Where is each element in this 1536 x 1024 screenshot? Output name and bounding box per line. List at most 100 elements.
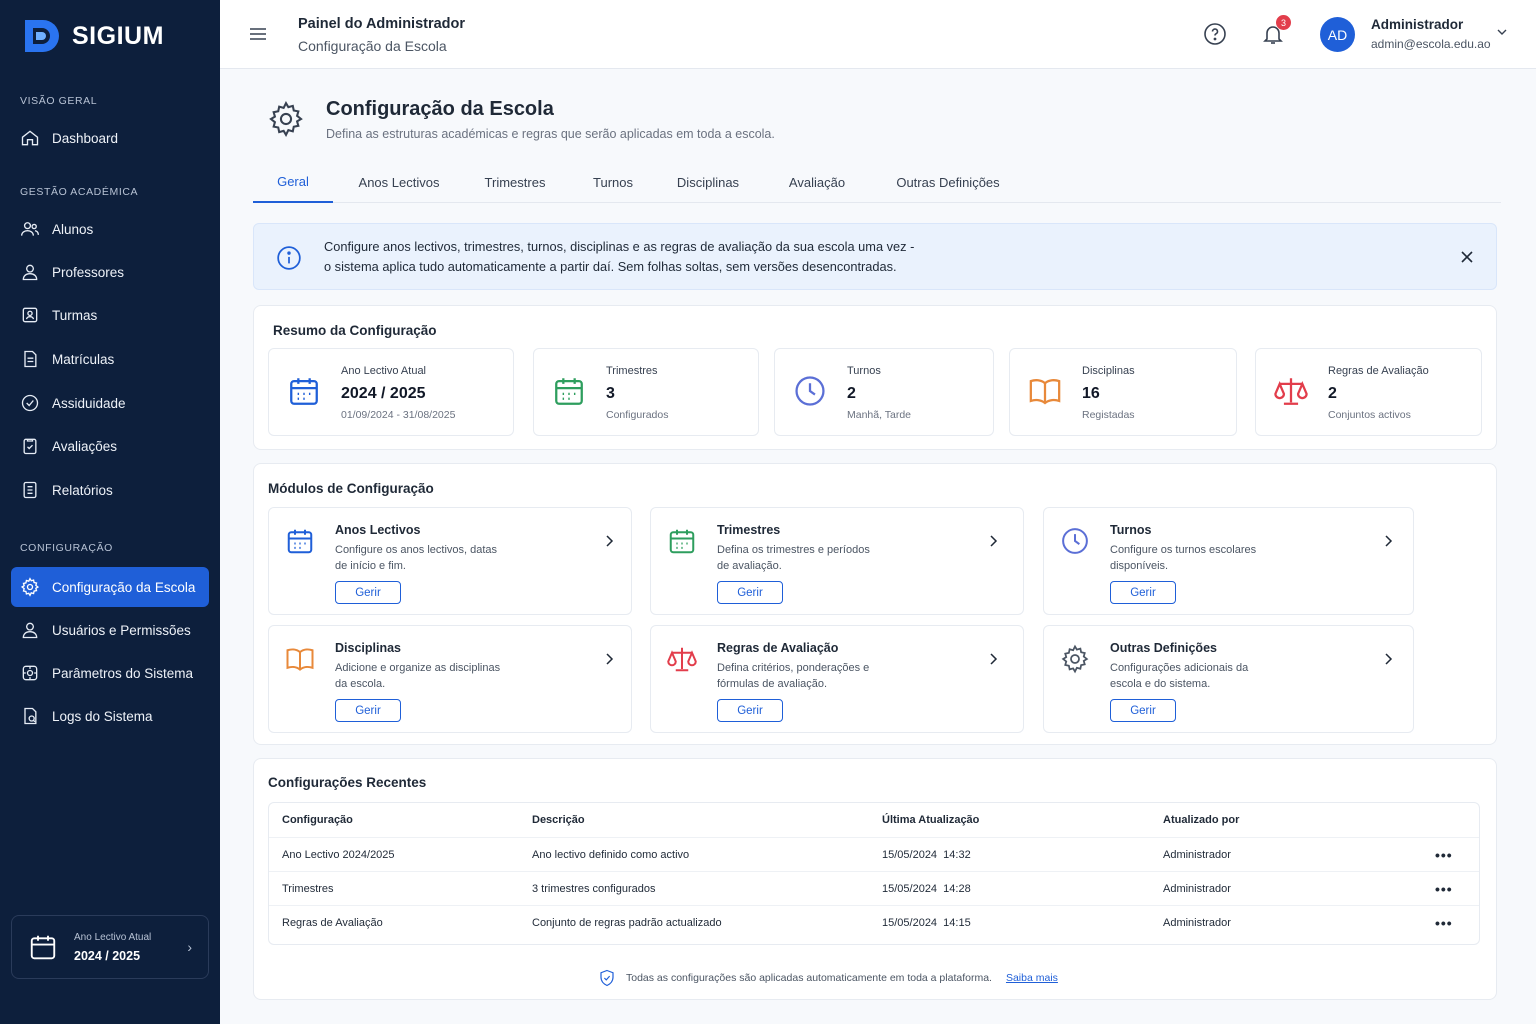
module-title: Regras de Avaliação — [717, 641, 839, 655]
stat-sub: Conjuntos activos — [1328, 409, 1411, 421]
check-circle-icon — [21, 394, 39, 412]
module-card-anos-lectivos[interactable]: Anos Lectivos Configure os anos lectivos… — [268, 507, 632, 615]
sidebar-item-label: Matrículas — [52, 351, 115, 367]
sidebar-item-configuracao-escola[interactable]: Configuração da Escola — [11, 567, 209, 607]
manage-button[interactable]: Gerir — [335, 581, 401, 604]
manage-button[interactable]: Gerir — [1110, 699, 1176, 722]
chevron-down-icon[interactable] — [1496, 26, 1508, 38]
manage-button[interactable]: Gerir — [335, 699, 401, 722]
calendar-icon — [555, 378, 583, 405]
tab-disciplinas[interactable]: Disciplinas — [665, 162, 751, 203]
module-description: Configure os anos lectivos, datas de iníc… — [335, 542, 525, 574]
sidebar-item-avaliacoes[interactable]: Avaliações — [11, 426, 209, 466]
sidebar-item-assiduidade[interactable]: Assiduidade — [11, 383, 209, 423]
chevron-right-icon — [990, 535, 998, 547]
sidebar-item-label: Turmas — [52, 307, 98, 323]
footnote: Todas as configurações são aplicadas aut… — [598, 969, 1058, 987]
menu-icon[interactable] — [248, 24, 268, 44]
stat-card-disciplinas: Disciplinas 16 Registadas — [1009, 348, 1237, 436]
cell-date: 15/05/2024 14:15 — [882, 917, 971, 929]
tab-anos-lectivos[interactable]: Anos Lectivos — [345, 162, 453, 203]
avatar[interactable]: AD — [1320, 17, 1355, 52]
close-icon[interactable] — [1460, 250, 1474, 264]
chevron-right-icon: › — [187, 939, 192, 955]
module-card-turnos[interactable]: Turnos Configure os turnos escolares disp… — [1043, 507, 1414, 615]
stat-label: Regras de Avaliação — [1328, 365, 1429, 377]
module-desc-line: Defina critérios, ponderações e — [717, 662, 870, 674]
table-row[interactable]: Regras de Avaliação Conjunto de regras p… — [269, 905, 1479, 939]
class-icon — [22, 307, 38, 323]
brand[interactable]: SIGIUM — [0, 0, 220, 72]
main-content: Configuração da Escola Defina as estrutu… — [220, 70, 1536, 1024]
sidebar-item-professores[interactable]: Professores — [11, 252, 209, 292]
stat-value: 16 — [1082, 385, 1100, 402]
document-icon — [24, 350, 37, 368]
cell-date: 15/05/2024 14:28 — [882, 883, 971, 895]
tab-trimestres[interactable]: Trimestres — [473, 162, 557, 203]
module-card-trimestres[interactable]: Trimestres Defina os trimestres e períod… — [650, 507, 1024, 615]
cell-config: Ano Lectivo 2024/2025 — [282, 849, 395, 861]
table-row[interactable]: Ano Lectivo 2024/2025 Ano lectivo defini… — [269, 837, 1479, 871]
module-desc-line: escola e do sistema. — [1110, 678, 1211, 690]
sidebar-item-relatorios[interactable]: Relatórios — [11, 470, 209, 510]
stat-value: 2 — [1328, 385, 1337, 402]
more-actions-icon[interactable]: ••• — [1435, 906, 1453, 940]
learn-more-link[interactable]: Saiba mais — [1006, 972, 1058, 984]
sliders-icon — [22, 665, 38, 681]
calendar-icon — [287, 529, 313, 554]
year-card-value: 2024 / 2025 — [74, 948, 141, 963]
module-desc-line: Configure os anos lectivos, datas — [335, 544, 498, 556]
sidebar-item-dashboard[interactable]: Dashboard — [11, 118, 209, 158]
sidebar-item-alunos[interactable]: Alunos — [11, 209, 209, 249]
tab-outras-definicoes[interactable]: Outras Definições — [883, 162, 1013, 203]
column-header: Descrição — [532, 814, 585, 826]
chevron-right-icon — [606, 653, 614, 665]
top-bar: Painel do Administrador Configuração da … — [220, 0, 1536, 69]
module-card-regras-avaliacao[interactable]: Regras de Avaliação Defina critérios, po… — [650, 625, 1024, 733]
recent-table: Configuração Descrição Última Atualizaçã… — [268, 802, 1480, 945]
module-card-disciplinas[interactable]: Disciplinas Adicione e organize as disci… — [268, 625, 632, 733]
tab-avaliacao[interactable]: Avaliação — [777, 162, 857, 203]
manage-button[interactable]: Gerir — [717, 581, 783, 604]
cell-updated-by: Administrador — [1163, 917, 1231, 929]
more-actions-icon[interactable]: ••• — [1435, 872, 1453, 906]
sidebar-item-label: Configuração da Escola — [52, 579, 196, 595]
sidebar-item-parametros-sistema[interactable]: Parâmetros do Sistema — [11, 653, 209, 693]
modules-title: Módulos de Configuração — [268, 481, 434, 496]
module-title: Turnos — [1110, 523, 1152, 537]
tab-geral[interactable]: Geral — [253, 162, 333, 203]
chevron-right-icon — [1385, 653, 1393, 665]
sidebar: SIGIUM VISÃO GERAL Dashboard GESTÃO ACAD… — [0, 0, 220, 1024]
module-desc-line: de avaliação. — [717, 560, 782, 572]
manage-button[interactable]: Gerir — [1110, 581, 1176, 604]
cell-config: Trimestres — [282, 883, 334, 895]
sidebar-item-turmas[interactable]: Turmas — [11, 295, 209, 335]
tab-bar: Geral Anos Lectivos Trimestres Turnos Di… — [253, 162, 1501, 203]
current-year-card[interactable]: Ano Lectivo Atual 2024 / 2025 › — [11, 915, 209, 979]
sidebar-item-label: Alunos — [52, 221, 94, 237]
column-header: Configuração — [282, 814, 353, 826]
module-desc-line: de início e fim. — [335, 560, 406, 572]
sidebar-item-label: Logs do Sistema — [52, 708, 153, 724]
cell-config: Regras de Avaliação — [282, 917, 383, 929]
user-name[interactable]: Administrador — [1371, 17, 1463, 32]
more-actions-icon[interactable]: ••• — [1435, 838, 1453, 872]
sidebar-item-usuarios-permissoes[interactable]: Usuários e Permissões — [11, 610, 209, 650]
stat-label: Turnos — [847, 365, 881, 377]
page-description: Defina as estruturas académicas e regras… — [326, 127, 775, 141]
tab-turnos[interactable]: Turnos — [583, 162, 643, 203]
notification-badge: 3 — [1276, 15, 1291, 30]
module-desc-line: fórmulas de avaliação. — [717, 678, 828, 690]
sidebar-item-logs-sistema[interactable]: Logs do Sistema — [11, 696, 209, 736]
sidebar-item-label: Assiduidade — [52, 395, 126, 411]
book-icon — [286, 648, 314, 671]
table-row[interactable]: Trimestres 3 trimestres configurados 15/… — [269, 871, 1479, 905]
module-title: Anos Lectivos — [335, 523, 421, 537]
manage-button[interactable]: Gerir — [717, 699, 783, 722]
module-card-outras-definicoes[interactable]: Outras Definições Configurações adiciona… — [1043, 625, 1414, 733]
help-icon[interactable] — [1203, 22, 1227, 46]
sidebar-item-matriculas[interactable]: Matrículas — [11, 339, 209, 379]
header-subtitle: Configuração da Escola — [298, 38, 447, 54]
module-title: Trimestres — [717, 523, 781, 537]
calendar-icon — [30, 935, 56, 960]
